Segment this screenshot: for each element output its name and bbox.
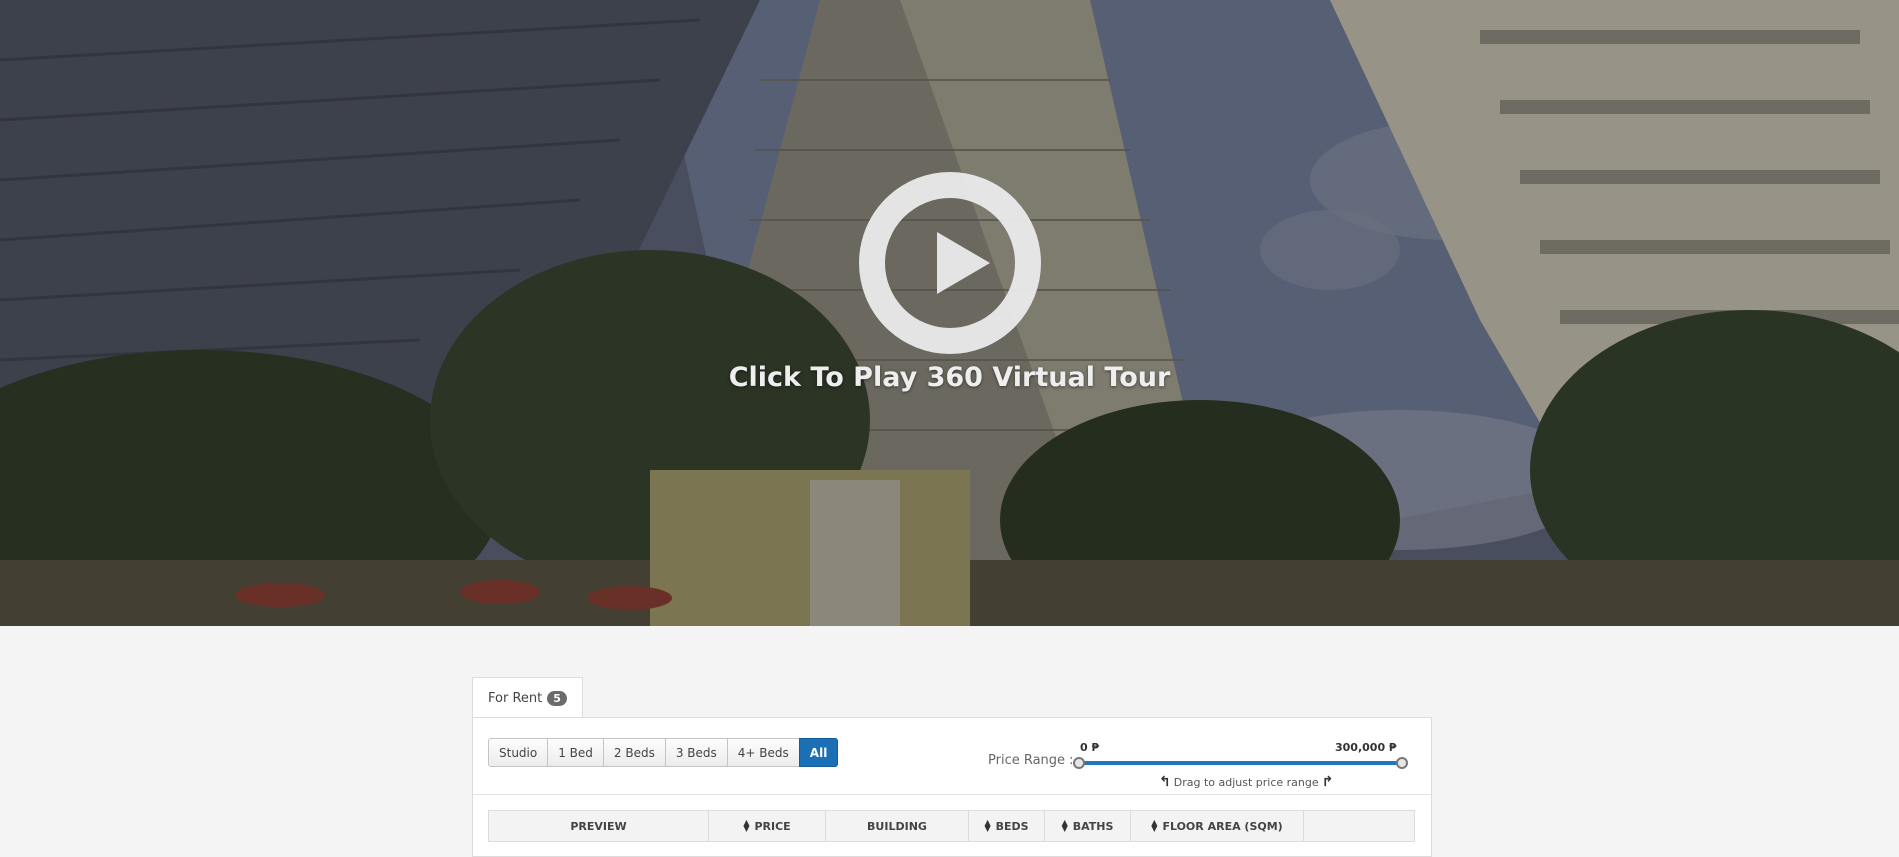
sort-icon: ▲ ▼ (743, 818, 750, 833)
virtual-tour-caption: Click To Play 360 Virtual Tour (728, 362, 1171, 393)
tab-label: For Rent (488, 690, 543, 706)
filter-1-bed-button[interactable]: 1 Bed (547, 738, 604, 767)
column-building-label: BUILDING (867, 819, 927, 833)
column-floor-area[interactable]: ▲ ▼ FLOOR AREA (SQM) (1131, 811, 1304, 841)
sort-icon: ▲ ▼ (1061, 818, 1068, 833)
price-max-handle[interactable] (1396, 757, 1408, 769)
filter-all-button[interactable]: All (798, 738, 839, 767)
column-actions (1304, 811, 1414, 841)
price-min-value: 0 ₱ (1080, 741, 1100, 754)
tab-count-badge: 5 (547, 690, 567, 706)
tab-for-rent[interactable]: For Rent 5 (472, 677, 583, 718)
column-preview: PREVIEW (489, 811, 709, 841)
column-price[interactable]: ▲ ▼ PRICE (709, 811, 826, 841)
filter-studio-button[interactable]: Studio (488, 738, 549, 767)
play-icon[interactable] (859, 172, 1041, 354)
price-range-slider[interactable] (1078, 761, 1402, 765)
price-min-handle[interactable] (1073, 757, 1085, 769)
filter-3-beds-button[interactable]: 3 Beds (664, 738, 728, 767)
drag-hint: ↰ Drag to adjust price range ↱ (1159, 774, 1333, 790)
sort-icon: ▲ ▼ (1151, 818, 1158, 833)
virtual-tour-banner[interactable]: Click To Play 360 Virtual Tour (0, 0, 1899, 626)
price-range-label: Price Range : (988, 753, 1074, 768)
column-building: BUILDING (826, 811, 969, 841)
column-beds-label: BEDS (995, 819, 1029, 833)
column-preview-label: PREVIEW (570, 819, 627, 833)
column-baths[interactable]: ▲ ▼ BATHS (1045, 811, 1131, 841)
listing-table-header: PREVIEW ▲ ▼ PRICE BUILDING ▲ ▼ BEDS ▲ ▼ BAT… (488, 810, 1415, 842)
column-baths-label: BATHS (1072, 819, 1114, 833)
arrow-up-right-icon: ↱ (1321, 774, 1334, 790)
column-floor-area-label: FLOOR AREA (SQM) (1162, 819, 1283, 833)
arrow-up-left-icon: ↰ (1159, 774, 1171, 790)
column-price-label: PRICE (754, 819, 791, 833)
filter-2-beds-button[interactable]: 2 Beds (602, 738, 666, 767)
price-max-value: 300,000 ₱ (1335, 741, 1397, 754)
drag-hint-text: Drag to adjust price range (1173, 775, 1319, 789)
column-beds[interactable]: ▲ ▼ BEDS (969, 811, 1045, 841)
filter-4plus-beds-button[interactable]: 4+ Beds (726, 738, 800, 767)
bed-filter-group: Studio 1 Bed 2 Beds 3 Beds 4+ Beds All (488, 738, 839, 767)
sort-icon: ▲ ▼ (984, 818, 991, 833)
panel-divider (473, 794, 1431, 795)
